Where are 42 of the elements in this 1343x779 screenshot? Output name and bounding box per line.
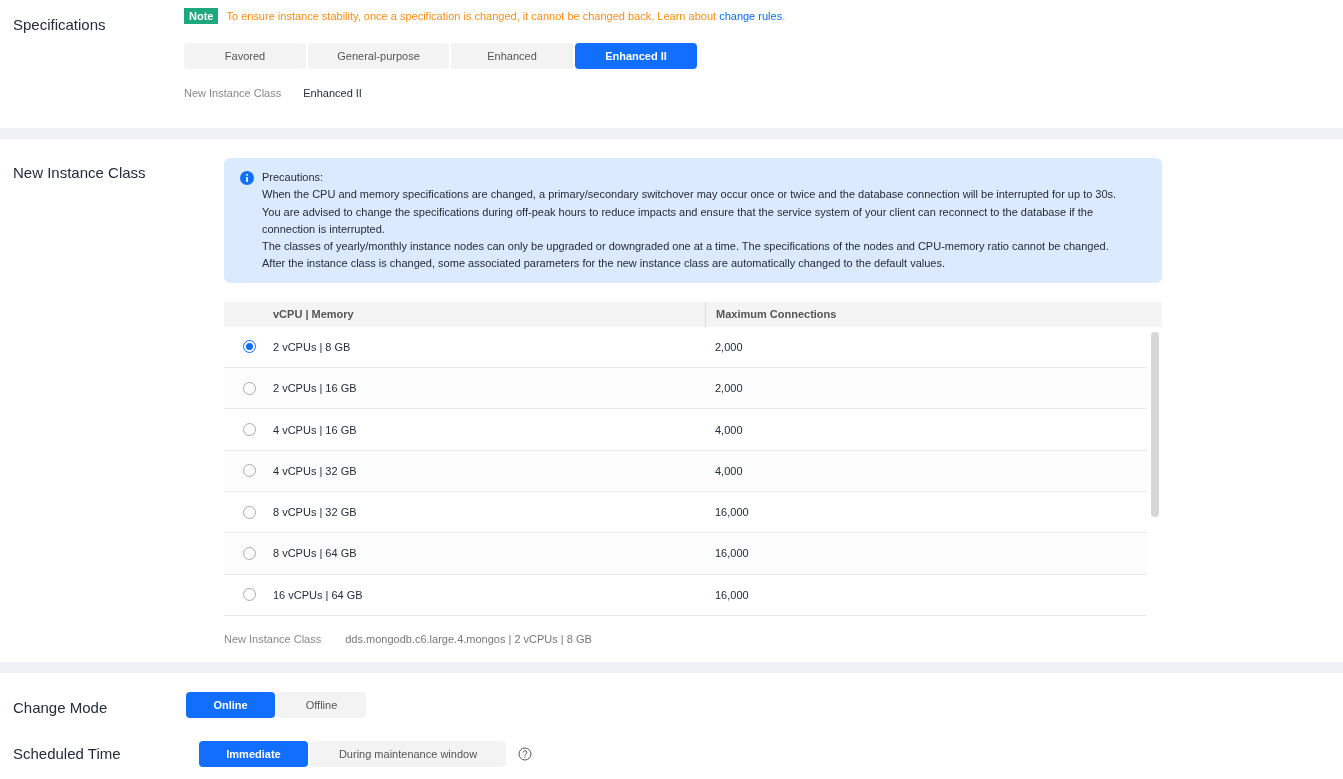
precaution-text: After the instance class is changed, some associated parameters for the new instance class are automatically changed to the default values. (262, 256, 946, 272)
field-label: Change Mode (13, 697, 109, 718)
class-tab[interactable]: General-purpose (308, 43, 449, 69)
table-cell-text: 4,000 (715, 464, 744, 477)
table-cell-text: 16,000 (715, 506, 750, 519)
time-option[interactable]: During maintenance window (310, 740, 506, 767)
table-cell-text: 16,000 (715, 588, 750, 601)
precaution-text: When the CPU and memory specifications are changed, a primary/secondary switchover may occur once or twice and the database connection will be interrupted for up to 30s. (262, 187, 1118, 203)
note-text: To ensure instance stability, once a specification is changed, it cannot be changed back. Learn about change rules. (226, 10, 786, 22)
table-cell-text: 2 vCPUs | 8 GB (273, 340, 352, 353)
field-label: Specifications (13, 15, 107, 35)
mode-option[interactable]: Offline (277, 691, 366, 718)
precautions-title: Precautions: (262, 170, 325, 185)
field-label: New Instance Class (13, 163, 147, 183)
note-badge: Note (184, 8, 219, 24)
scrollbar[interactable] (1151, 331, 1159, 517)
column-header: Maximum Connections (705, 301, 1162, 327)
table-cell-text: 2,000 (715, 382, 744, 395)
help-icon[interactable] (518, 746, 532, 761)
table-cell-text: 16,000 (715, 547, 750, 560)
table-cell-text: 16 vCPUs | 64 GB (273, 588, 364, 601)
summary-value: dds.mongodb.c6.large.4.mongos | 2 vCPUs | 8 GB (345, 632, 592, 645)
class-tab[interactable]: Enhanced II (575, 43, 697, 69)
mode-option[interactable]: Online (186, 691, 275, 718)
info-icon (240, 171, 254, 185)
table-cell-text: 2,000 (715, 340, 744, 353)
time-option[interactable]: Immediate (199, 740, 308, 767)
field-label: Scheduled Time (13, 745, 122, 763)
table-cell-text: 8 vCPUs | 64 GB (273, 547, 358, 560)
summary-value: Enhanced II (303, 87, 362, 99)
class-tab[interactable]: Favored (184, 43, 306, 69)
table-cell-text: 4 vCPUs | 32 GB (273, 464, 358, 477)
table-cell-text: 2 vCPUs | 16 GB (273, 382, 358, 395)
table-cell-text: 4 vCPUs | 16 GB (273, 423, 358, 436)
summary-label: New Instance Class (224, 632, 322, 645)
table-cell-text: 8 vCPUs | 32 GB (273, 506, 358, 519)
summary-label: New Instance Class (184, 87, 282, 99)
precaution-text: You are advised to change the specifications during off-peak hours to reduce impacts and ensure that the service system of your client can reconnect to the database if the connection is interrupted. (262, 204, 1094, 237)
class-tab[interactable]: Enhanced (451, 43, 573, 69)
table-cell-text: 4,000 (715, 423, 744, 436)
precaution-text: The classes of yearly/monthly instance nodes can only be upgraded or downgraded one at a time. The specifications of the nodes and CPU-memory ratio cannot be changed. (262, 239, 1110, 255)
column-header: vCPU | Memory (272, 307, 355, 323)
